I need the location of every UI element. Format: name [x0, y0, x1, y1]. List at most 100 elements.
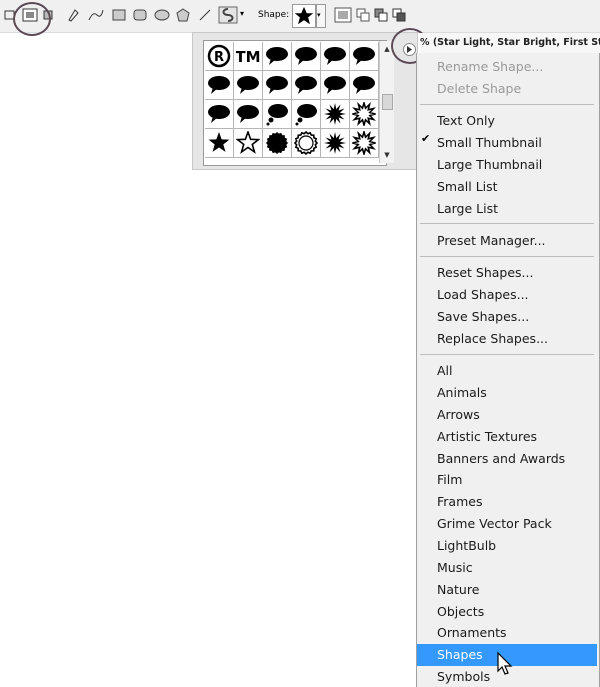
shape-grid-cells: R TM: [205, 42, 379, 158]
menu-item-replace-shapes[interactable]: Replace Shapes...: [417, 328, 597, 350]
menu-item-banners-and-awards[interactable]: Banners and Awards: [417, 448, 597, 470]
menu-item-text-only[interactable]: Text Only: [417, 110, 597, 132]
line-tool-icon[interactable]: [198, 8, 212, 22]
menu-item-preset-manager[interactable]: Preset Manager...: [417, 230, 597, 252]
menu-item-all[interactable]: All: [417, 360, 597, 382]
star-outline-icon: [236, 131, 260, 154]
shape-label: Shape:: [258, 10, 290, 20]
shape-thumbnail[interactable]: [263, 129, 292, 158]
mouse-cursor-icon: [497, 651, 513, 675]
shape-thumbnail[interactable]: TM: [234, 42, 263, 71]
shape-thumbnail[interactable]: R: [205, 42, 234, 71]
panel-menu-button[interactable]: [403, 43, 416, 56]
speech-bubble-icon: [295, 76, 317, 94]
custom-shape-tool-icon[interactable]: [218, 6, 238, 24]
thought-bubble-icon: [295, 104, 317, 126]
speech-bubble-icon: [353, 47, 375, 65]
menu-item-lightbulb[interactable]: LightBulb: [417, 535, 597, 557]
shape-thumbnail[interactable]: [321, 42, 350, 71]
menu-item-rename-shape[interactable]: Rename Shape...: [417, 56, 597, 78]
rounded-rectangle-tool-icon[interactable]: [133, 9, 147, 21]
shape-thumbnail[interactable]: [263, 42, 292, 71]
menu-separator: [420, 103, 594, 105]
menu-item-reset-shapes[interactable]: Reset Shapes...: [417, 262, 597, 284]
speech-bubble-icon: [208, 76, 230, 94]
speech-bubble-icon: [353, 76, 375, 94]
shape-thumbnail[interactable]: [292, 42, 321, 71]
shape-thumbnail[interactable]: [263, 71, 292, 100]
shape-thumbnail[interactable]: [292, 100, 321, 129]
menu-item-music[interactable]: Music: [417, 557, 597, 579]
speech-bubble-icon: [295, 47, 317, 65]
scroll-thumb[interactable]: [382, 94, 393, 110]
menu-item-film[interactable]: Film: [417, 469, 597, 491]
scroll-up-arrow[interactable]: ▲: [380, 43, 394, 55]
speech-bubble-icon: [237, 76, 259, 94]
registered-icon: R: [207, 44, 231, 68]
seal-outline-icon: [294, 131, 318, 155]
shape-thumbnail[interactable]: [321, 71, 350, 100]
shape-thumbnail[interactable]: [292, 129, 321, 158]
shape-thumbnail[interactable]: [234, 71, 263, 100]
shape-picker-dropdown[interactable]: ▾: [316, 4, 326, 28]
checkmark-icon: ✔: [421, 132, 431, 146]
shape-thumbnail[interactable]: [350, 100, 379, 129]
shape-thumbnail[interactable]: [350, 129, 379, 158]
polygon-tool-icon[interactable]: [176, 8, 190, 22]
shape-grid-scrollbar[interactable]: ▲ ▼: [379, 41, 394, 163]
path-mode-icon[interactable]: [4, 9, 16, 21]
menu-item-objects[interactable]: Objects: [417, 601, 597, 623]
pen-tool-icon[interactable]: [66, 7, 82, 23]
subtract-from-shape-area-icon[interactable]: [374, 8, 388, 22]
rectangle-tool-icon[interactable]: [112, 9, 126, 21]
menu-separator: [420, 223, 594, 225]
menu-item-animals[interactable]: Animals: [417, 382, 597, 404]
shape-layer-mode-icon[interactable]: [22, 8, 38, 22]
shape-thumbnail[interactable]: [234, 100, 263, 129]
starburst-icon: [324, 132, 346, 154]
intersect-shape-areas-icon[interactable]: [392, 8, 406, 22]
shape-thumbnail[interactable]: [292, 71, 321, 100]
shape-thumbnail[interactable]: [321, 100, 350, 129]
shape-thumbnail[interactable]: [205, 71, 234, 100]
menu-item-nature[interactable]: Nature: [417, 579, 597, 601]
shape-panel-flyout-menu: Rename Shape... Delete Shape Text Only Smal…: [416, 53, 600, 687]
menu-item-artistic-textures[interactable]: Artistic Textures: [417, 426, 597, 448]
menu-item-arrows[interactable]: Arrows: [417, 404, 597, 426]
menu-separator: [420, 255, 594, 257]
chevron-down-icon[interactable]: ▾: [240, 9, 244, 18]
scroll-down-arrow[interactable]: ▼: [380, 149, 394, 161]
menu-item-small-thumbnail[interactable]: Small Thumbnail: [417, 132, 597, 154]
add-to-shape-area-icon[interactable]: [356, 8, 370, 22]
shape-thumbnail[interactable]: [321, 129, 350, 158]
freeform-pen-icon[interactable]: [87, 7, 105, 23]
menu-item-large-thumbnail[interactable]: Large Thumbnail: [417, 154, 597, 176]
shape-name-strip: % (Star Light, Star Bright, First Sta: [420, 33, 600, 53]
shape-thumbnail[interactable]: [350, 42, 379, 71]
shape-thumbnail[interactable]: [205, 100, 234, 129]
trademark-icon: TM: [236, 48, 260, 66]
ellipse-tool-icon[interactable]: [154, 9, 170, 21]
menu-item-delete-shape[interactable]: Delete Shape: [417, 78, 597, 100]
shape-thumbnail[interactable]: [263, 100, 292, 129]
seal-icon: [266, 132, 288, 154]
menu-item-grime-vector-pack[interactable]: Grime Vector Pack: [417, 513, 597, 535]
menu-item-large-list[interactable]: Large List: [417, 198, 597, 220]
shape-thumbnail[interactable]: [234, 129, 263, 158]
menu-item-load-shapes[interactable]: Load Shapes...: [417, 284, 597, 306]
menu-item-small-list[interactable]: Small List: [417, 176, 597, 198]
shape-thumbnail[interactable]: [350, 71, 379, 100]
shape-picker[interactable]: [292, 4, 316, 28]
shape-thumbnail[interactable]: [205, 129, 234, 158]
menu-item-save-shapes[interactable]: Save Shapes...: [417, 306, 597, 328]
starburst-outline-icon: [352, 102, 376, 126]
speech-bubble-icon: [324, 47, 346, 65]
fill-pixels-mode-icon[interactable]: [42, 9, 54, 21]
speech-bubble-icon: [266, 47, 288, 65]
new-shape-layer-icon[interactable]: [334, 7, 352, 23]
play-arrow-icon: [407, 46, 412, 53]
star-icon: [208, 132, 230, 152]
menu-item-ornaments[interactable]: Ornaments: [417, 622, 597, 644]
menu-item-frames[interactable]: Frames: [417, 491, 597, 513]
starburst-icon: [324, 103, 346, 125]
